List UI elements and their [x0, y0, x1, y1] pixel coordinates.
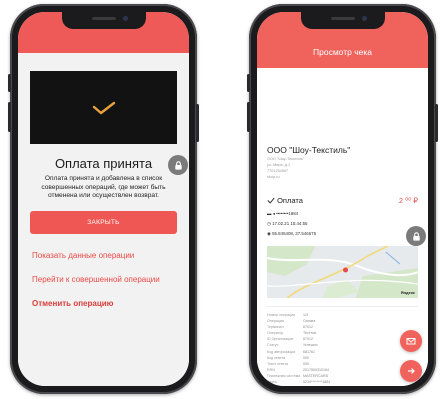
description-text: Оплата принята и добавлена в список сове… [41, 175, 166, 199]
mail-button[interactable] [400, 330, 422, 352]
company-detail: ООО "Шоу-Текстиль" [267, 157, 305, 161]
payment-label: Оплата [277, 196, 303, 205]
power-button [435, 104, 438, 142]
volume-button [247, 74, 250, 92]
location-map[interactable]: Яндекс [267, 246, 418, 298]
receipt-row: Карта 5224********1884 [267, 379, 417, 385]
show-operation-data-link[interactable]: Показать данные операции [32, 251, 134, 260]
map-brand: Яндекс [400, 290, 415, 295]
lock-icon[interactable] [406, 226, 426, 246]
go-to-operation-link[interactable]: Перейти к совершенной операции [32, 275, 160, 284]
card-icon: ▬ ◂ [267, 211, 275, 216]
receipt-row-key: Код ответа [267, 355, 286, 360]
power-button [196, 104, 199, 142]
checkmark-icon [92, 101, 115, 114]
volume-button [8, 74, 11, 92]
cancel-operation-link[interactable]: Отменить операцию [32, 299, 114, 308]
receipt-row-value: 5224********1884 [303, 380, 331, 385]
payment-accepted-view: Оплата принята Оплата принята и добавлен… [18, 53, 189, 386]
volume-button [247, 102, 250, 132]
screen-left: Оплата принята Оплата принята и добавлен… [18, 12, 189, 386]
receipt-row-key: Терминал [267, 325, 284, 330]
receipt-row-key: ID Организации [267, 337, 294, 342]
payment-row: Оплата 2 ⁰⁰ ₽ [267, 196, 418, 205]
company-detail: ул. Мира, д.1 [267, 163, 291, 167]
volume-button [8, 102, 11, 132]
mail-icon [406, 338, 416, 345]
receipt-row-key: Номер операции [267, 313, 296, 317]
page-title: Оплата принята [54, 156, 153, 171]
close-button[interactable]: ЗАКРЫТЬ [30, 211, 177, 234]
datetime-info: ◷ 17.02.21 15:44:55 [267, 221, 307, 227]
notch [300, 12, 385, 29]
receipt-row-key: Карта [267, 380, 277, 385]
receipt-row-key: Оператор [267, 331, 284, 336]
location-info: ◉ 55.845408, 37.546675 [267, 231, 316, 237]
receipt-row-key: RRN [267, 367, 275, 372]
receipt-row-key: Операция [267, 319, 284, 324]
receipt-row-key: Статус [267, 343, 279, 348]
screen-right: Просмотр чека ООО "Шоу-Текстиль" ООО "Шо… [257, 12, 428, 386]
phone-right: Просмотр чека ООО "Шоу-Текстиль" ООО "Шо… [247, 4, 438, 394]
lock-icon[interactable] [168, 155, 188, 175]
page-title: Просмотр чека [313, 47, 372, 57]
card-info: ▬ ◂ ••••••••1884 [267, 211, 298, 217]
forward-button[interactable] [400, 360, 422, 382]
check-icon [267, 197, 275, 204]
success-animation [30, 71, 177, 144]
company-name: ООО "Шоу-Текстиль" [267, 145, 351, 155]
payment-amount: 2 ⁰⁰ ₽ [398, 196, 418, 205]
phone-left: Оплата принята Оплата принята и добавлен… [8, 4, 199, 394]
location-value: 55.845408, 37.546675 [272, 231, 317, 236]
company-detail: 7701234567 [267, 169, 289, 173]
notch [61, 12, 146, 29]
card-number: ••••••••1884 [276, 211, 299, 216]
divider [267, 306, 418, 307]
company-detail: shop.ru [267, 175, 280, 179]
location-icon: ◉ [267, 231, 271, 236]
datetime-value: 17.02.21 15:44:55 [272, 221, 308, 226]
receipt-rows: Номер операции 1/3 Операция Оплата Терминал 6… [267, 312, 417, 385]
receipt-row-key: Код авторизации [267, 349, 296, 354]
receipt-row-key: Текст ответа [267, 361, 288, 366]
receipt-row-key: Платежная система [267, 373, 301, 378]
arrow-right-icon [408, 368, 415, 374]
clock-icon: ◷ [267, 221, 271, 226]
